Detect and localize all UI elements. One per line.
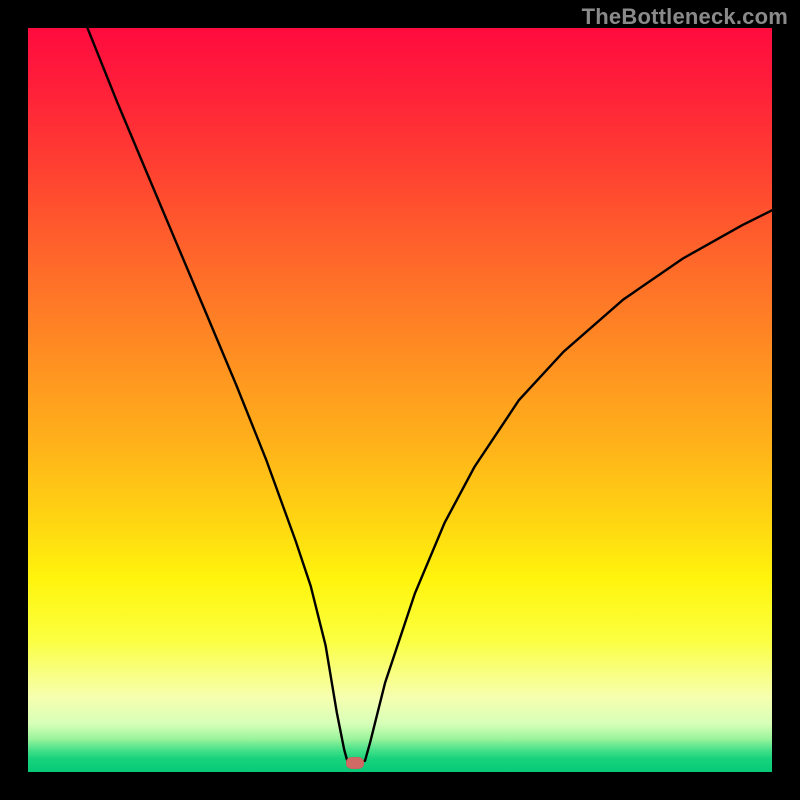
chart-frame: TheBottleneck.com <box>0 0 800 800</box>
minimum-marker <box>346 757 364 769</box>
plot-area <box>28 28 772 772</box>
bottleneck-curve-path <box>88 28 773 763</box>
curve-svg <box>28 28 772 772</box>
watermark-label: TheBottleneck.com <box>582 4 788 30</box>
